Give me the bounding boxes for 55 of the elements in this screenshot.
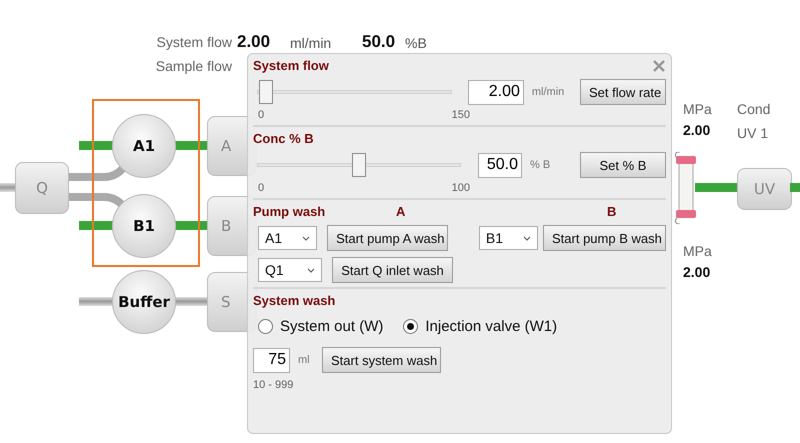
- pump-select[interactable]: Q1: [258, 258, 322, 282]
- tube: [695, 183, 739, 192]
- value-field[interactable]: 50.0: [478, 152, 522, 178]
- section-title: System flow: [253, 58, 329, 73]
- system-flow-value: 2.00: [237, 32, 270, 52]
- caret-icon: [523, 236, 532, 240]
- pressure-unit: MPa: [683, 243, 712, 259]
- caret-icon: [307, 268, 315, 272]
- unit-label: ml/min: [532, 86, 566, 98]
- slider-track[interactable]: [257, 80, 452, 104]
- radio-button[interactable]: [258, 319, 273, 334]
- pump: A1: [112, 114, 176, 178]
- scale-min: 0: [258, 182, 264, 194]
- wash-button[interactable]: Start Q inlet wash: [332, 257, 453, 283]
- set-button[interactable]: Set flow rate: [580, 79, 666, 105]
- radio-label: Injection valve (W1): [425, 318, 558, 335]
- column-heading: A: [396, 204, 406, 219]
- conc-b-value: 50.0: [362, 32, 396, 52]
- pressure-value: 2.00: [683, 122, 710, 138]
- uv-detector: UV: [737, 168, 792, 210]
- radio-button[interactable]: [403, 319, 418, 334]
- set-button[interactable]: Set % B: [580, 152, 666, 178]
- scale-max: 100: [452, 182, 470, 194]
- pump-select[interactable]: B1: [478, 226, 538, 250]
- volume-field[interactable]: 75: [253, 348, 290, 372]
- pressure-value: 2.00: [683, 264, 710, 280]
- tube: [0, 183, 16, 192]
- slider-track[interactable]: [257, 153, 461, 177]
- caret-icon: [302, 236, 310, 240]
- value-field[interactable]: 2.00: [468, 80, 524, 104]
- system-flow-label: System flow: [156, 34, 232, 50]
- unit-label: % B: [530, 159, 552, 171]
- close-icon[interactable]: [653, 60, 665, 72]
- conc-b-unit: %B: [405, 35, 427, 51]
- tube: [790, 183, 800, 192]
- unit-label: ml: [298, 354, 311, 366]
- pump: B1: [112, 194, 176, 258]
- sample-flow-label: Sample flow: [156, 58, 232, 74]
- scale-max: 150: [452, 109, 470, 121]
- wash-button[interactable]: Start pump B wash: [543, 225, 666, 251]
- start-system-wash-button[interactable]: Start system wash: [322, 347, 441, 373]
- monitor-label: UV 1: [737, 125, 768, 141]
- wash-button[interactable]: Start pump A wash: [327, 225, 448, 251]
- range-hint: 10 - 999: [253, 379, 294, 391]
- slider-thumb[interactable]: [259, 80, 274, 104]
- radio-label: System out (W): [280, 318, 384, 335]
- pump: Buffer: [112, 270, 176, 334]
- system-flow-unit: ml/min: [290, 35, 332, 51]
- pressure-unit: MPa: [683, 101, 712, 117]
- slider-thumb[interactable]: [352, 153, 366, 177]
- monitor-label: Cond: [737, 101, 770, 117]
- inlet-valve: Q: [15, 162, 69, 214]
- pump-select[interactable]: A1: [258, 226, 318, 250]
- column-heading: B: [607, 204, 616, 219]
- scale-min: 0: [258, 109, 264, 121]
